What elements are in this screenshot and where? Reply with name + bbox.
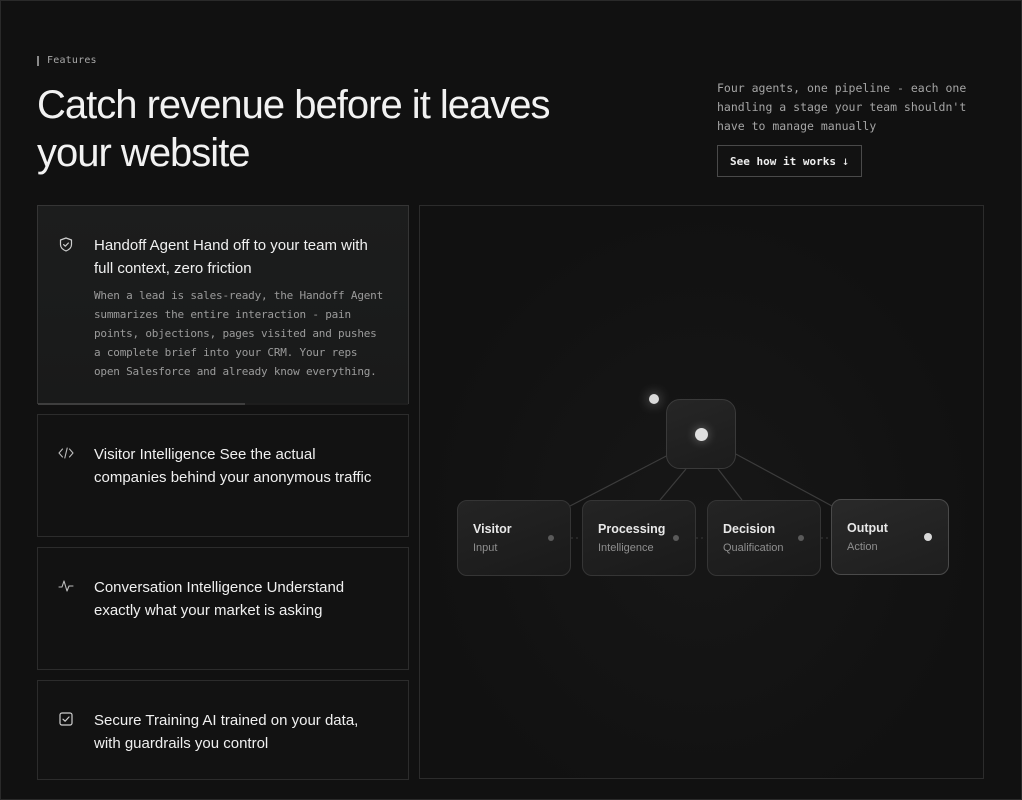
node-status-dot [798,535,804,541]
feature-card-title: Secure Training AI trained on your data,… [94,712,359,752]
feature-card-visitor-intelligence[interactable]: Visitor Intelligence See the actual comp… [37,414,409,537]
connector-hub-output [731,451,833,507]
section-headline: Catch revenue before it leaves your webs… [37,83,551,175]
card-progress-fill [38,403,246,405]
node-title: Decision [723,522,776,536]
node-status-dot [673,535,679,541]
pipeline-node-output: Output Action [831,499,949,575]
node-subtitle: Qualification [723,542,784,554]
feature-card-conversation-intelligence[interactable]: Conversation Intelligence Understand exa… [37,547,409,670]
feature-card-title: Handoff Agent Hand off to your team with… [94,237,368,277]
connector-hub-processing [659,468,687,501]
section-eyebrow: Features [37,55,97,66]
node-status-dot [924,533,932,541]
connector-hub-visitor [569,451,675,507]
orbit-dot [649,394,659,404]
arrow-down-icon: ↓ [841,154,850,168]
node-status-dot [548,535,554,541]
pipeline-node-processing: Processing Intelligence [582,500,696,576]
code-icon [58,445,74,461]
features-section: Features Catch revenue before it leaves … [0,0,1022,800]
node-title: Output [847,521,888,535]
feature-card-description: When a lead is sales-ready, the Handoff … [94,289,384,378]
cta-label: See how it works [730,154,836,168]
card-progress-track [38,403,408,405]
feature-card-title: Visitor Intelligence See the actual comp… [94,446,372,486]
pipeline-node-decision: Decision Qualification [707,500,821,576]
node-subtitle: Intelligence [598,542,654,554]
see-how-it-works-button[interactable]: See how it works ↓ [717,145,863,177]
checkbox-icon [58,711,74,727]
feature-card-secure-training[interactable]: Secure Training AI trained on your data,… [37,680,409,780]
pipeline-diagram: Visitor Input Processing Intelligence De… [419,205,984,779]
node-title: Processing [598,522,666,536]
eyebrow-label: Features [47,55,97,66]
node-subtitle: Input [473,542,498,554]
feature-card-title: Conversation Intelligence Understand exa… [94,579,345,619]
node-title: Visitor [473,522,512,536]
waveform-icon [58,578,74,594]
eyebrow-bar [37,55,39,66]
pipeline-connectors [569,451,833,539]
section-intro: Four agents, one pipeline - each one han… [717,81,967,133]
connector-hub-decision [717,468,743,501]
pipeline-node-visitor: Visitor Input [457,500,571,576]
shield-check-icon [58,236,74,252]
feature-card-handoff-agent[interactable]: Handoff Agent Hand off to your team with… [37,205,409,405]
hub-core-dot [695,428,708,441]
pipeline-hub [666,399,736,469]
node-subtitle: Action [847,541,878,553]
